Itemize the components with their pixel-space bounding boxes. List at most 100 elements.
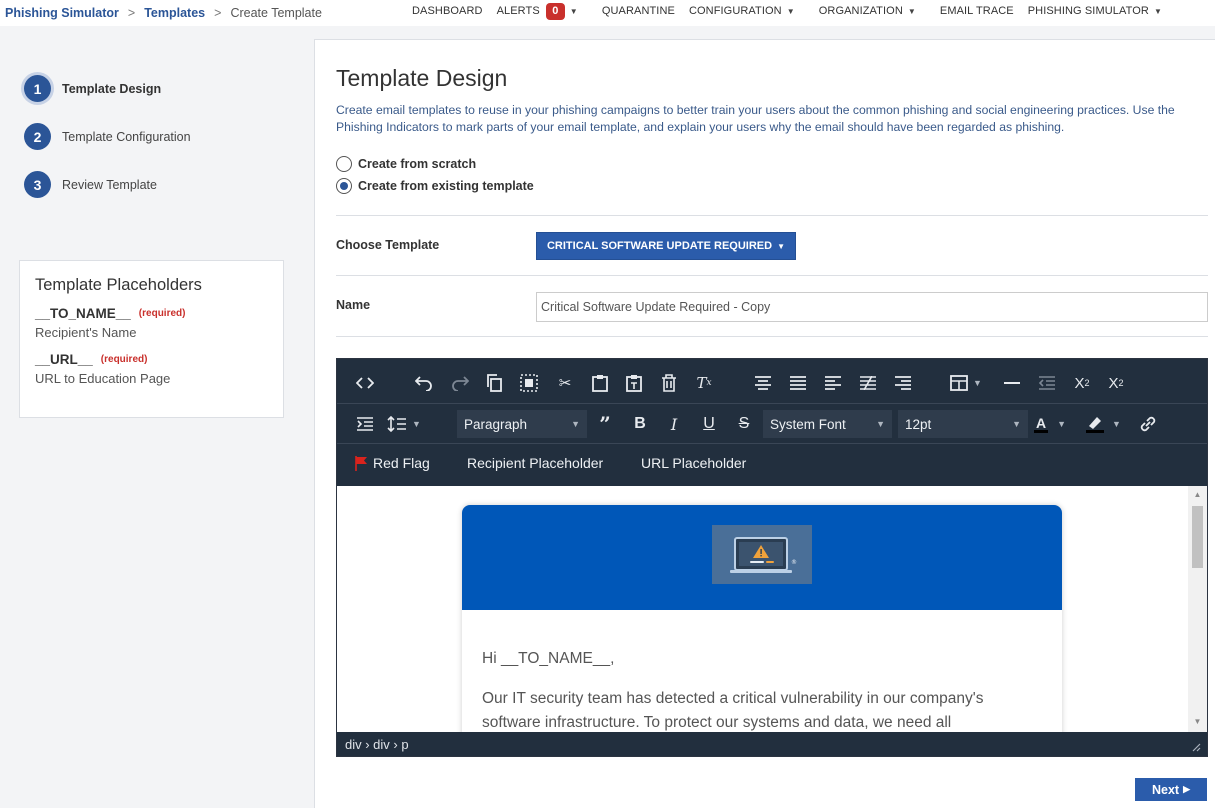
radio-create-from-scratch[interactable]: Create from scratch	[336, 156, 476, 172]
template-placeholders-panel: Template Placeholders __TO_NAME__ (requi…	[19, 260, 284, 418]
scroll-up-arrow-icon[interactable]: ▲	[1188, 490, 1207, 499]
scrollbar-thumb[interactable]	[1192, 506, 1203, 568]
step-template-configuration[interactable]: 2 Template Configuration	[24, 123, 191, 150]
font-size-select[interactable]: 12pt ▼	[898, 410, 1028, 438]
element-path[interactable]: div › div › p	[345, 737, 409, 752]
strikethrough-icon[interactable]: S	[732, 412, 756, 436]
caret-down-icon: ▼	[1153, 6, 1162, 16]
align-left-icon[interactable]	[821, 371, 845, 395]
alerts-count-badge: 0	[545, 2, 565, 20]
text-color-swatch: A	[1034, 414, 1049, 433]
block-format-select[interactable]: Paragraph ▼	[457, 410, 587, 438]
nav-alerts[interactable]: ALERTS 0 ▼	[496, 2, 578, 20]
nav-email-trace[interactable]: EMAIL TRACE	[940, 5, 1014, 17]
resize-handle-icon[interactable]	[1192, 740, 1201, 755]
placeholder-token: __URL__	[35, 352, 93, 367]
copy-icon[interactable]	[482, 371, 506, 395]
email-body: Hi __TO_NAME__, Our IT security team has…	[482, 647, 1022, 732]
editor-scrollbar[interactable]: ▲ ▼	[1188, 486, 1207, 732]
indent-icon[interactable]	[353, 412, 377, 436]
intro-text: Create email templates to reuse in your …	[336, 103, 1175, 134]
nav-alerts-label: ALERTS	[496, 5, 540, 17]
recipient-placeholder-button[interactable]: Recipient Placeholder	[467, 455, 603, 471]
caret-down-icon: ▼	[777, 241, 786, 251]
align-justify-icon[interactable]	[786, 371, 810, 395]
next-button[interactable]: Next ▶	[1135, 778, 1207, 801]
undo-icon[interactable]	[412, 371, 436, 395]
italic-icon[interactable]: I	[662, 412, 686, 436]
toolbar-row: ▼ Paragraph ▼ ” B I U S System Font ▼ 12…	[337, 403, 1207, 443]
breadcrumb-separator: >	[127, 6, 136, 20]
clear-formatting-icon[interactable]: Tx	[692, 371, 716, 395]
editor-toolbar: ✂ Tx ▼ X 2 X 2 ▼ Paragraph ▼ ” B I U S S…	[337, 359, 1207, 486]
subscript-icon[interactable]: X2	[1070, 371, 1094, 395]
redo-icon[interactable]	[448, 371, 472, 395]
paste-icon[interactable]	[588, 371, 612, 395]
select-all-icon[interactable]	[517, 371, 541, 395]
laptop-warning-image: ®	[712, 525, 812, 584]
nav-quarantine[interactable]: QUARANTINE	[602, 5, 675, 17]
align-none-icon[interactable]	[856, 371, 880, 395]
choose-template-dropdown[interactable]: CRITICAL SOFTWARE UPDATE REQUIRED ▼	[536, 232, 796, 260]
text-color-icon[interactable]: A ▼	[1034, 412, 1078, 436]
caret-down-icon: ▼	[786, 6, 795, 16]
line-height-icon[interactable]: ▼	[387, 412, 427, 436]
name-input[interactable]: Critical Software Update Required - Copy	[536, 292, 1208, 322]
step-label: Template Design	[62, 81, 162, 96]
editor-content-area[interactable]: ® Hi __TO_NAME__, Our IT security team h…	[337, 486, 1188, 732]
highlight-color-icon[interactable]: ▼	[1085, 412, 1129, 436]
divider	[336, 275, 1208, 276]
step-number-badge: 1	[24, 75, 51, 102]
nav-organization[interactable]: ORGANIZATION ▼	[819, 5, 916, 17]
required-label: (required)	[138, 308, 186, 319]
bold-icon[interactable]: B	[628, 412, 652, 436]
step-number-badge: 2	[24, 123, 51, 150]
red-flag-button[interactable]: Red Flag	[355, 455, 430, 471]
delete-icon[interactable]	[657, 371, 681, 395]
font-family-select[interactable]: System Font ▼	[763, 410, 892, 438]
paste-text-icon[interactable]	[622, 371, 646, 395]
align-right-icon[interactable]	[891, 371, 915, 395]
link-icon[interactable]	[1136, 412, 1160, 436]
source-code-icon[interactable]	[353, 371, 377, 395]
red-flag-label: Red Flag	[373, 455, 430, 471]
step-template-design[interactable]: 1 Template Design	[24, 75, 161, 102]
nav-phishing-simulator[interactable]: PHISHING SIMULATOR ▼	[1028, 5, 1162, 17]
placeholder-token: __TO_NAME__	[35, 306, 131, 321]
cut-icon[interactable]: ✂	[553, 371, 577, 395]
radio-create-from-existing[interactable]: Create from existing template	[336, 178, 534, 194]
scroll-down-arrow-icon[interactable]: ▼	[1188, 717, 1207, 726]
radio-button-checked[interactable]	[336, 178, 352, 194]
email-greeting: Hi __TO_NAME__,	[482, 650, 615, 667]
superscript-icon[interactable]: X2	[1104, 371, 1128, 395]
nav-dashboard[interactable]: DASHBOARD	[412, 5, 483, 17]
url-placeholder-button[interactable]: URL Placeholder	[641, 455, 746, 471]
breadcrumb-templates[interactable]: Templates	[144, 6, 205, 20]
divider	[336, 215, 1208, 216]
underline-icon[interactable]: U	[697, 412, 721, 436]
radio-button[interactable]	[336, 156, 352, 172]
choose-template-label: Choose Template	[336, 238, 440, 252]
nav-configuration[interactable]: CONFIGURATION ▼	[689, 5, 795, 17]
top-navigation: DASHBOARD ALERTS 0 ▼ QUARANTINE CONFIGUR…	[412, 0, 1176, 22]
horizontal-line-icon[interactable]	[1000, 371, 1024, 395]
step-review-template[interactable]: 3 Review Template	[24, 171, 157, 198]
chevron-right-icon: ▶	[1183, 784, 1190, 794]
step-label: Review Template	[62, 177, 157, 192]
align-center-icon[interactable]	[751, 371, 775, 395]
outdent-icon[interactable]	[1035, 371, 1059, 395]
email-paragraph: Our IT security team has detected a crit…	[482, 690, 984, 731]
chevron-down-icon: ▼	[571, 419, 580, 429]
page-title: Template Design	[336, 65, 508, 91]
step-label: Template Configuration	[62, 129, 191, 144]
table-icon[interactable]: ▼	[950, 371, 990, 395]
main-panel: Template Design Create email templates t…	[314, 39, 1215, 808]
rich-text-editor: ✂ Tx ▼ X 2 X 2 ▼ Paragraph ▼ ” B I U S S…	[336, 358, 1208, 757]
nav-configuration-label: CONFIGURATION	[688, 5, 782, 17]
placeholder-description: URL to Education Page	[35, 371, 171, 386]
breadcrumb-phishing-simulator[interactable]: Phishing Simulator	[5, 6, 119, 20]
blockquote-icon[interactable]: ”	[593, 412, 617, 436]
required-label: (required)	[100, 354, 148, 365]
nav-organization-label: ORGANIZATION	[818, 5, 903, 17]
caret-down-icon: ▼	[569, 6, 578, 16]
